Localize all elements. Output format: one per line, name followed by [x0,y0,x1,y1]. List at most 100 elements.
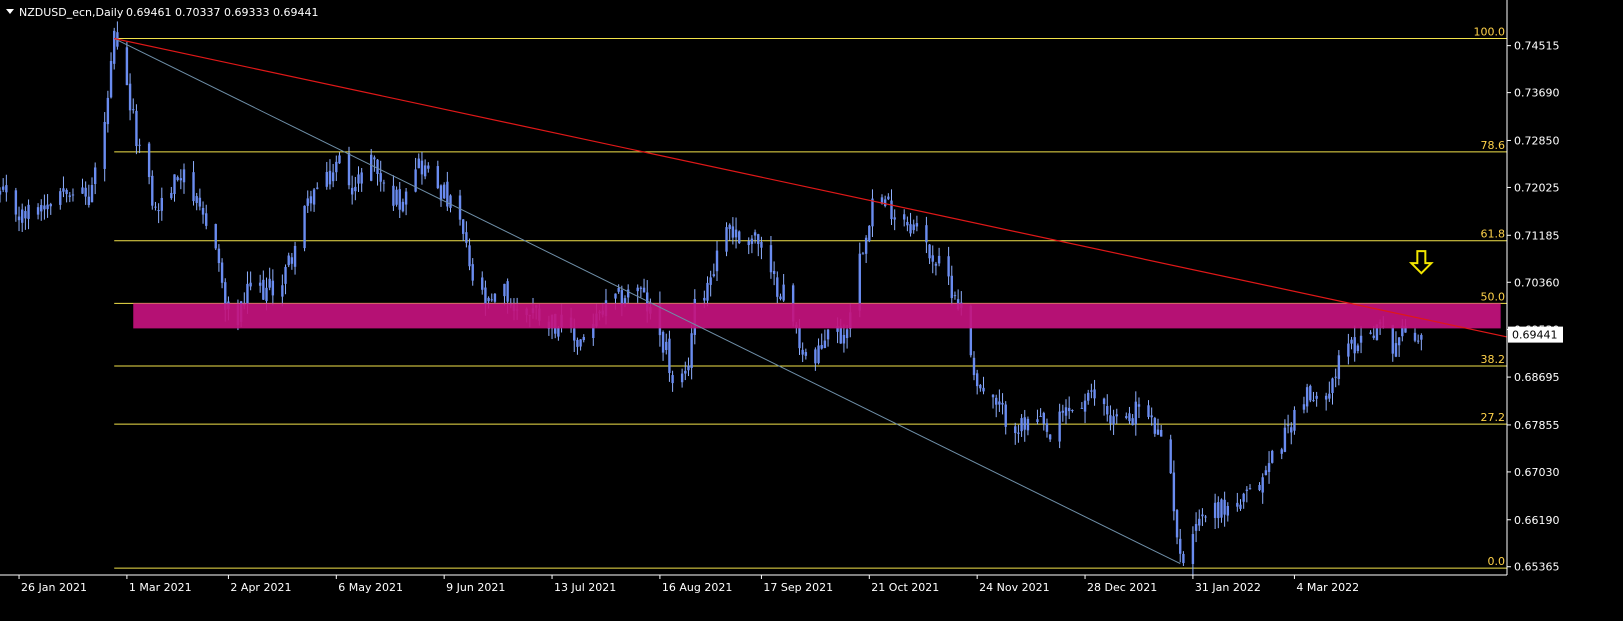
candle-body [354,186,357,192]
x-tick-label: 13 Jul 2021 [554,581,616,594]
candle-body [5,185,8,193]
candle-body [395,189,398,205]
candle-body [1020,418,1023,432]
x-tick-label: 17 Sep 2021 [763,581,833,594]
price-chart[interactable]: 100.0 78.6 61.8 50.0 38.2 27.2 0.0 0.74515 0.73… [0,0,1623,621]
x-tick-label: 16 Aug 2021 [662,581,732,594]
candle-body [1080,407,1084,409]
candle-body [801,349,804,355]
candle-body [220,262,224,283]
candle-body [671,375,674,384]
candle-body [360,172,363,184]
candle-body [1217,502,1220,519]
candle-body [728,224,731,230]
candle-body [1328,393,1331,399]
candle-body [27,204,30,219]
candle-body [1315,395,1318,399]
candle-body [312,189,316,205]
candle-body [620,290,624,305]
candle-body [934,263,938,266]
candle-body [623,298,627,304]
candle-body [293,245,297,267]
candle-body [1309,385,1312,401]
candle-body [125,47,129,86]
candle-body [262,279,265,300]
candle-body [138,144,141,146]
y-tick-label: 0.72850 [1514,134,1560,147]
candle-body [17,216,21,221]
candle-body [338,155,341,164]
candle-body [1356,345,1360,351]
candle-body [1280,449,1283,454]
candle-body [614,293,617,299]
candle-body [154,206,157,208]
candle-body [760,241,763,248]
candle-body [160,197,164,211]
candle-body [1131,418,1134,426]
candle-body [268,278,271,288]
candle-body [87,196,91,206]
candle-body [1112,416,1115,425]
candle-body [1058,411,1061,442]
candle-body [1026,418,1030,431]
candle-body [49,204,52,207]
candle-body [915,223,919,227]
candle-body [845,329,849,339]
candle-body [1302,404,1306,410]
candle-body [1150,415,1153,418]
candle-body [687,365,690,371]
candle-body [24,211,27,219]
candle-body [1090,390,1093,392]
chart-header: NZDUSD_ecn,Daily 0.69461 0.70337 0.69333… [6,6,318,19]
candle-body [132,109,135,111]
candle-body [738,231,741,244]
candle-body [465,232,468,243]
candle-body [642,287,646,293]
candle-body [823,340,827,349]
candle-body [398,189,401,210]
candle-body [842,334,846,344]
candle-body [43,205,46,210]
x-tick-label: 9 Jun 2021 [446,581,505,594]
candle-body [1004,404,1007,427]
candle-body [753,232,757,236]
candle-body [925,225,928,243]
candle-body [757,234,760,244]
candle-body [1245,489,1249,491]
candle-body [265,287,268,302]
candle-body [947,256,950,277]
candle-body [1290,427,1293,433]
candle-body [331,172,335,182]
candle-body [281,285,284,297]
candle-body [103,121,106,169]
candle-body [151,175,154,206]
candle-body [59,191,62,205]
candle-body [182,169,186,183]
candle-body [668,338,671,374]
candle-body [1264,470,1268,476]
candle-body [68,195,71,197]
x-tick-label: 6 May 2021 [338,581,403,594]
candle-body [864,237,868,254]
candle-body [401,201,405,212]
candle-body [62,188,65,192]
candle-body [417,158,420,169]
candle-body [991,394,995,398]
candle-body [90,185,94,203]
y-tick-label: 0.73690 [1514,87,1560,100]
candle-body [953,295,957,297]
candle-body [1271,450,1274,463]
candle-body [14,190,18,215]
candle-body [712,274,716,277]
candle-body [579,339,582,347]
candle-body [128,83,132,111]
candle-body [715,250,719,272]
candle-body [65,189,68,195]
candle-body [249,282,252,287]
candle-body [1137,404,1141,407]
candle-body [170,192,173,199]
candle-body [1159,429,1163,437]
candle-body [661,331,665,353]
candle-body [928,244,931,259]
candle-body [1394,343,1398,357]
